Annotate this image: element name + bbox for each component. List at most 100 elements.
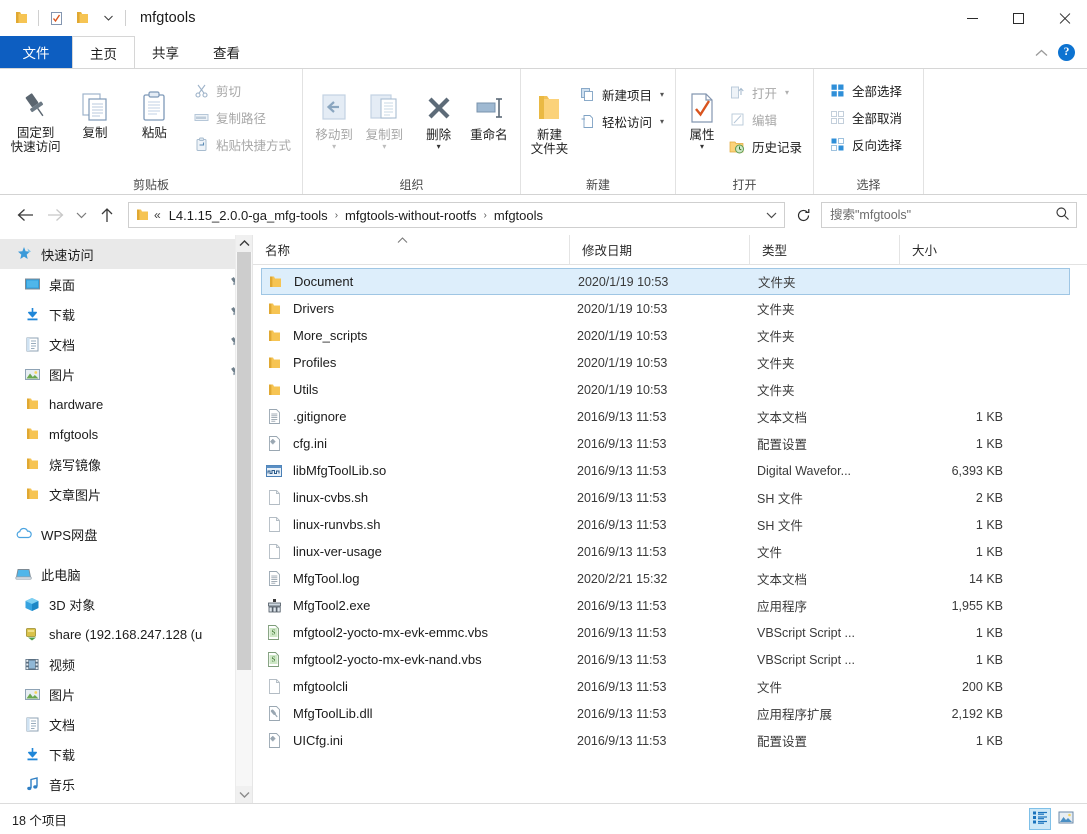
table-row[interactable]: linux-ver-usage 2016/9/13 11:53 文件 1 KB: [261, 538, 1070, 565]
tab-file[interactable]: 文件: [0, 36, 72, 68]
back-button[interactable]: [10, 201, 40, 229]
table-row[interactable]: MfgTool.log 2020/2/21 15:32 文本文档 14 KB: [261, 565, 1070, 592]
select-all-button[interactable]: 全部选择: [824, 77, 907, 103]
navigation-scrollbar[interactable]: [235, 235, 252, 803]
properties-button[interactable]: 属性 ▾: [682, 77, 722, 151]
cut-button[interactable]: 剪切: [188, 77, 296, 103]
sidebar-item-hardware[interactable]: hardware: [0, 389, 252, 419]
easy-access-caret-icon[interactable]: ▾: [660, 117, 664, 126]
up-button[interactable]: [92, 201, 122, 229]
table-row[interactable]: S mfgtool2-yocto-mx-evk-nand.vbs 2016/9/…: [261, 646, 1070, 673]
paste-shortcut-button[interactable]: 粘贴快捷方式: [188, 131, 296, 157]
table-row[interactable]: UICfg.ini 2016/9/13 11:53 配置设置 1 KB: [261, 727, 1070, 754]
column-header-type[interactable]: 类型: [749, 235, 899, 264]
scrollbar-thumb[interactable]: [237, 252, 251, 670]
copy-to-caret-icon[interactable]: ▾: [382, 143, 386, 151]
breadcrumb-dropdown-icon[interactable]: [760, 203, 782, 227]
qat-folder-icon[interactable]: [8, 5, 34, 31]
sidebar-item-documents[interactable]: 文档: [0, 329, 252, 359]
details-view-button[interactable]: [1029, 808, 1051, 830]
scrollbar-up-button[interactable]: [236, 235, 252, 252]
tab-share[interactable]: 共享: [135, 36, 196, 68]
breadcrumb-item-1[interactable]: mfgtools-without-rootfs: [341, 208, 481, 223]
sidebar-item-3d-objects[interactable]: 3D 对象: [0, 589, 252, 619]
table-row[interactable]: Drivers 2020/1/19 10:53 文件夹: [261, 295, 1070, 322]
pin-to-quick-access-button[interactable]: 固定到 快速访问: [6, 75, 65, 154]
search-input[interactable]: [828, 207, 1055, 223]
copy-to-button[interactable]: 复制到 ▾: [359, 77, 409, 151]
forward-button[interactable]: [40, 201, 70, 229]
table-row[interactable]: Document 2020/1/19 10:53 文件夹: [261, 268, 1070, 295]
select-none-button[interactable]: 全部取消: [824, 104, 907, 130]
properties-caret-icon[interactable]: ▾: [700, 143, 704, 151]
large-icons-view-button[interactable]: [1055, 808, 1077, 830]
sidebar-item-article-pictures[interactable]: 文章图片: [0, 479, 252, 509]
qat-new-folder-icon[interactable]: [69, 5, 95, 31]
table-row[interactable]: MfgTool2.exe 2016/9/13 11:53 应用程序 1,955 …: [261, 592, 1070, 619]
table-row[interactable]: linux-runvbs.sh 2016/9/13 11:53 SH 文件 1 …: [261, 511, 1070, 538]
breadcrumb-item-0[interactable]: L4.1.15_2.0.0-ga_mfg-tools: [165, 208, 332, 223]
sidebar-item-pictures[interactable]: 图片: [0, 359, 252, 389]
sidebar-item-music[interactable]: 音乐: [0, 769, 252, 799]
invert-selection-button[interactable]: 反向选择: [824, 131, 907, 157]
help-icon[interactable]: ?: [1058, 43, 1075, 61]
column-header-name[interactable]: 名称: [253, 235, 569, 264]
copy-path-button[interactable]: 复制路径: [188, 104, 296, 130]
edit-button[interactable]: 编辑: [724, 106, 807, 132]
column-header-date[interactable]: 修改日期: [569, 235, 749, 264]
breadcrumb-sep-1[interactable]: ›: [481, 210, 490, 221]
qat-dropdown-caret-icon[interactable]: [95, 5, 121, 31]
rename-button[interactable]: 重命名: [464, 77, 514, 142]
sidebar-item-wps-cloud[interactable]: WPS网盘: [0, 519, 252, 549]
open-caret-icon[interactable]: ▾: [785, 88, 789, 97]
file-list[interactable]: Document 2020/1/19 10:53 文件夹 Drivers 202…: [253, 265, 1087, 803]
table-row[interactable]: .gitignore 2016/9/13 11:53 文本文档 1 KB: [261, 403, 1070, 430]
new-item-button[interactable]: 新建项目 ▾: [574, 81, 669, 107]
history-button[interactable]: 历史记录: [724, 133, 807, 159]
refresh-button[interactable]: [791, 202, 815, 228]
qat-properties-icon[interactable]: [43, 5, 69, 31]
delete-button[interactable]: 删除 ▾: [414, 77, 464, 151]
copy-button[interactable]: 复制: [65, 75, 124, 140]
sidebar-item-burn-image[interactable]: 烧写镜像: [0, 449, 252, 479]
table-row[interactable]: More_scripts 2020/1/19 10:53 文件夹: [261, 322, 1070, 349]
table-row[interactable]: Utils 2020/1/19 10:53 文件夹: [261, 376, 1070, 403]
sidebar-item-this-pc[interactable]: 此电脑: [0, 559, 252, 589]
minimize-button[interactable]: [949, 0, 995, 36]
breadcrumb-item-2[interactable]: mfgtools: [490, 208, 547, 223]
new-folder-button[interactable]: 新建 文件夹: [527, 77, 572, 156]
column-header-size[interactable]: 大小: [899, 235, 1009, 264]
chevron-up-icon[interactable]: [1035, 45, 1048, 60]
tab-home[interactable]: 主页: [72, 36, 135, 68]
sidebar-item-desktop[interactable]: 桌面: [0, 269, 252, 299]
delete-caret-icon[interactable]: ▾: [437, 143, 441, 151]
scrollbar-down-button[interactable]: [236, 786, 252, 803]
table-row[interactable]: linux-cvbs.sh 2016/9/13 11:53 SH 文件 2 KB: [261, 484, 1070, 511]
sidebar-item-pictures-pc[interactable]: 图片: [0, 679, 252, 709]
scrollbar-track[interactable]: [236, 252, 252, 786]
search-box[interactable]: [821, 202, 1077, 228]
sidebar-item-share-network-drive[interactable]: share (192.168.247.128 (u: [0, 619, 252, 649]
move-to-button[interactable]: 移动到 ▾: [309, 77, 359, 151]
table-row[interactable]: cfg.ini 2016/9/13 11:53 配置设置 1 KB: [261, 430, 1070, 457]
move-to-caret-icon[interactable]: ▾: [332, 143, 336, 151]
sidebar-item-downloads[interactable]: 下载: [0, 299, 252, 329]
sidebar-item-videos[interactable]: 视频: [0, 649, 252, 679]
sidebar-item-mfgtools[interactable]: mfgtools: [0, 419, 252, 449]
sidebar-item-quick-access[interactable]: 快速访问: [0, 239, 252, 269]
easy-access-button[interactable]: 轻松访问 ▾: [574, 108, 669, 134]
tab-view[interactable]: 查看: [196, 36, 257, 68]
recent-locations-button[interactable]: [70, 201, 92, 229]
sidebar-item-downloads-pc[interactable]: 下载: [0, 739, 252, 769]
breadcrumb-overflow[interactable]: «: [152, 208, 165, 222]
table-row[interactable]: libMfgToolLib.so 2016/9/13 11:53 Digital…: [261, 457, 1070, 484]
maximize-button[interactable]: [995, 0, 1041, 36]
close-button[interactable]: [1041, 0, 1087, 36]
new-item-caret-icon[interactable]: ▾: [660, 90, 664, 99]
breadcrumb-bar[interactable]: « L4.1.15_2.0.0-ga_mfg-tools › mfgtools-…: [128, 202, 785, 228]
search-icon[interactable]: [1055, 206, 1070, 224]
table-row[interactable]: S mfgtool2-yocto-mx-evk-emmc.vbs 2016/9/…: [261, 619, 1070, 646]
breadcrumb-sep-0[interactable]: ›: [332, 210, 341, 221]
table-row[interactable]: Profiles 2020/1/19 10:53 文件夹: [261, 349, 1070, 376]
open-button[interactable]: 打开 ▾: [724, 79, 807, 105]
